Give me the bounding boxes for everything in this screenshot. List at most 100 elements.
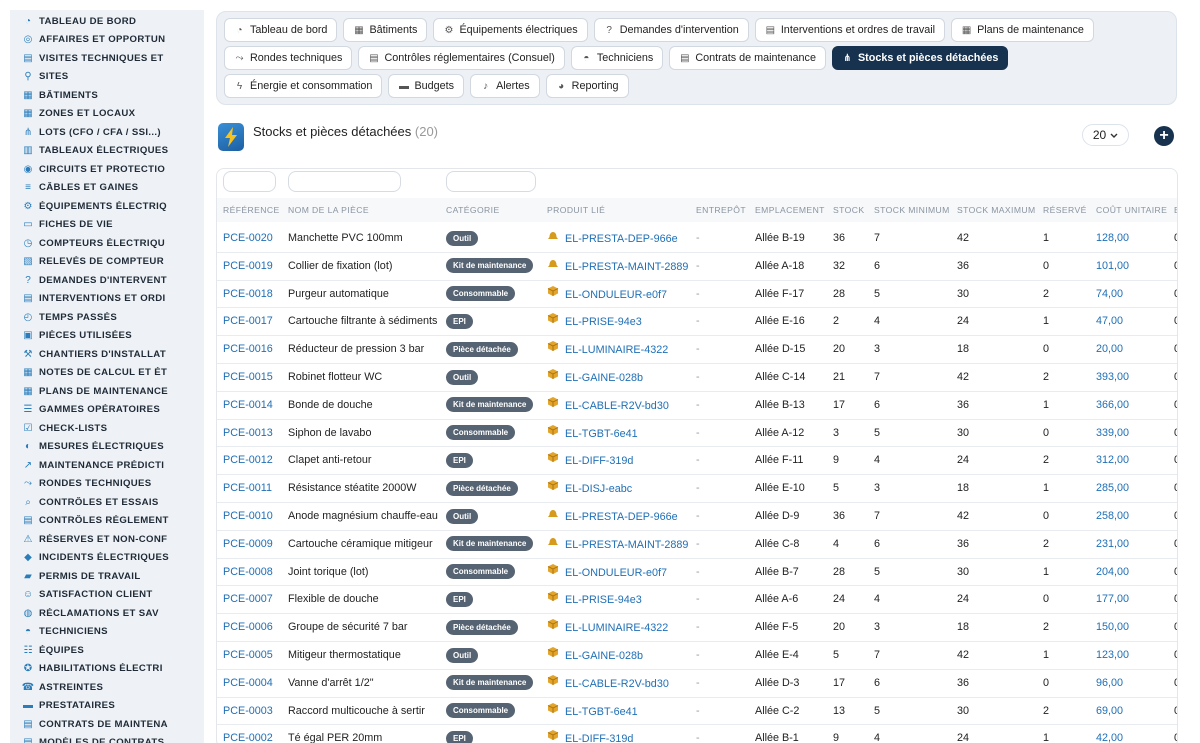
tab-3[interactable]: ? Demandes d'intervention — [593, 18, 749, 42]
product-link[interactable]: EL-DISJ-eabc — [565, 483, 632, 495]
table-row[interactable]: PCE-0004 Vanne d'arrêt 1/2" Kit de mainten… — [217, 670, 1177, 698]
sidebar-item-20[interactable]: ▦ PLANS DE MAINTENANCE — [10, 382, 204, 401]
sidebar-item-36[interactable]: ☎ ASTREINTES — [10, 678, 204, 697]
reference-cell[interactable]: PCE-0004 — [223, 670, 273, 698]
sidebar-item-15[interactable]: ▤ INTERVENTIONS ET ORDI — [10, 290, 204, 309]
table-row[interactable]: PCE-0006 Groupe de sécurité 7 bar Pièce dé… — [217, 614, 1177, 642]
reference-cell[interactable]: PCE-0011 — [223, 475, 272, 503]
filter-name-input[interactable] — [288, 171, 401, 192]
table-row[interactable]: PCE-0013 Siphon de lavabo Consommable EL-TG… — [217, 420, 1177, 448]
sidebar-item-30[interactable]: ▰ PERMIS DE TRAVAIL — [10, 567, 204, 586]
sidebar-item-0[interactable]: ◔ TABLEAU DE BORD — [10, 12, 204, 31]
sidebar-item-5[interactable]: ▦ ZONES ET LOCAUX — [10, 105, 204, 124]
product-cell[interactable]: EL-CABLE-R2V-bd30 — [547, 670, 669, 698]
tab-10[interactable]: ⋔ Stocks et pièces détachées — [831, 46, 1009, 70]
tab-2[interactable]: ⚙ Équipements électriques — [433, 18, 588, 42]
product-link[interactable]: EL-PRESTA-MAINT-2889 — [565, 539, 688, 551]
column-header-9[interactable]: RÉSERVÉ — [1043, 198, 1087, 222]
product-cell[interactable]: EL-DIFF-319d — [547, 725, 633, 743]
sidebar-item-6[interactable]: ⋔ LOTS (CFO / CFA / SSI...) — [10, 123, 204, 142]
table-row[interactable]: PCE-0017 Cartouche filtrante à sédiments E… — [217, 308, 1177, 337]
sidebar-item-25[interactable]: ⤳ RONDES TECHNIQUES — [10, 475, 204, 494]
page-size-select[interactable]: 20 — [1082, 124, 1129, 146]
product-link[interactable]: EL-TGBT-6e41 — [565, 427, 638, 439]
product-link[interactable]: EL-ONDULEUR-e0f7 — [565, 288, 667, 300]
product-link[interactable]: EL-LUMINAIRE-4322 — [565, 622, 668, 634]
table-row[interactable]: PCE-0010 Anode magnésium chauffe-eau Outil… — [217, 503, 1177, 531]
tab-7[interactable]: ▤ Contrôles réglementaires (Consuel) — [358, 46, 565, 70]
product-cell[interactable]: EL-PRISE-94e3 — [547, 308, 642, 336]
sidebar-item-35[interactable]: ✪ HABILITATIONS ÉLECTRI — [10, 660, 204, 679]
table-row[interactable]: PCE-0012 Clapet anti-retour EPI EL-DIFF-319… — [217, 447, 1177, 476]
tab-4[interactable]: ▤ Interventions et ordres de travail — [754, 18, 946, 42]
sidebar-item-39[interactable]: ▤ MODÈLES DE CONTRATS — [10, 734, 204, 743]
tab-12[interactable]: ▬ Budgets — [388, 74, 465, 98]
product-link[interactable]: EL-PRESTA-DEP-966e — [565, 511, 678, 523]
product-cell[interactable]: EL-TGBT-6e41 — [547, 420, 638, 448]
sidebar-item-19[interactable]: ▦ NOTES DE CALCUL ET ÉT — [10, 364, 204, 383]
product-cell[interactable]: EL-PRESTA-DEP-966e — [547, 503, 678, 531]
table-row[interactable]: PCE-0019 Collier de fixation (lot) Kit de … — [217, 253, 1177, 281]
tab-13[interactable]: ♪ Alertes — [470, 74, 540, 98]
reference-cell[interactable]: PCE-0019 — [223, 253, 273, 281]
sidebar-item-21[interactable]: ☰ GAMMES OPÉRATOIRES — [10, 401, 204, 420]
product-cell[interactable]: EL-CABLE-R2V-bd30 — [547, 392, 669, 420]
reference-cell[interactable]: PCE-0013 — [223, 420, 273, 448]
reference-cell[interactable]: PCE-0009 — [223, 531, 273, 559]
sidebar-item-24[interactable]: ↗ MAINTENANCE PRÉDICTI — [10, 456, 204, 475]
column-header-6[interactable]: STOCK — [833, 198, 864, 222]
column-header-3[interactable]: PRODUIT LIÉ — [547, 198, 605, 222]
product-link[interactable]: EL-PRESTA-DEP-966e — [565, 233, 678, 245]
table-row[interactable]: PCE-0014 Bonde de douche Kit de maintenanc… — [217, 392, 1177, 420]
reference-cell[interactable]: PCE-0018 — [223, 281, 273, 309]
product-link[interactable]: EL-LUMINAIRE-4322 — [565, 344, 668, 356]
product-link[interactable]: EL-CABLE-R2V-bd30 — [565, 678, 669, 690]
table-row[interactable]: PCE-0008 Joint torique (lot) Consommable EL… — [217, 559, 1177, 587]
sidebar-item-8[interactable]: ◉ CIRCUITS ET PROTECTIO — [10, 160, 204, 179]
product-cell[interactable]: EL-PRESTA-MAINT-2889 — [547, 531, 688, 559]
column-header-8[interactable]: STOCK MAXIMUM — [957, 198, 1036, 222]
product-link[interactable]: EL-GAINE-028b — [565, 650, 643, 662]
product-link[interactable]: EL-TGBT-6e41 — [565, 705, 638, 717]
filter-category-input[interactable] — [446, 171, 536, 192]
product-cell[interactable]: EL-DIFF-319d — [547, 447, 633, 475]
sidebar-item-18[interactable]: ⚒ CHANTIERS D'INSTALLAT — [10, 345, 204, 364]
table-row[interactable]: PCE-0015 Robinet flotteur WC Outil EL-GAINE… — [217, 364, 1177, 392]
tab-11[interactable]: ϟ Énergie et consommation — [224, 74, 383, 98]
sidebar-item-11[interactable]: ▭ FICHES DE VIE — [10, 216, 204, 235]
sidebar-item-34[interactable]: ☷ ÉQUIPES — [10, 641, 204, 660]
table-row[interactable]: PCE-0016 Réducteur de pression 3 bar Pièce… — [217, 336, 1177, 364]
sidebar-item-16[interactable]: ◴ TEMPS PASSÉS — [10, 308, 204, 327]
tab-14[interactable]: ◕ Reporting — [545, 74, 629, 98]
sidebar-item-7[interactable]: ▥ TABLEAUX ÉLECTRIQUES — [10, 142, 204, 161]
plus-circle-icon[interactable]: + — [1154, 126, 1174, 146]
reference-cell[interactable]: PCE-0017 — [223, 308, 273, 336]
tab-5[interactable]: ▦ Plans de maintenance — [951, 18, 1094, 42]
tab-0[interactable]: ◔ Tableau de bord — [224, 18, 338, 42]
sidebar-item-13[interactable]: ▧ RELEVÉS DE COMPTEUR — [10, 253, 204, 272]
column-header-1[interactable]: NOM DE LA PIÈCE — [288, 198, 369, 222]
sidebar-item-1[interactable]: ◎ AFFAIRES ET OPPORTUN — [10, 31, 204, 50]
reference-cell[interactable]: PCE-0006 — [223, 614, 273, 642]
column-header-5[interactable]: EMPLACEMENT — [755, 198, 825, 222]
product-cell[interactable]: EL-GAINE-028b — [547, 642, 643, 670]
sidebar-item-22[interactable]: ☑ CHECK-LISTS — [10, 419, 204, 438]
column-header-7[interactable]: STOCK MINIMUM — [874, 198, 950, 222]
table-row[interactable]: PCE-0018 Purgeur automatique Consommable EL… — [217, 281, 1177, 309]
product-link[interactable]: EL-DIFF-319d — [565, 455, 633, 467]
sidebar-item-28[interactable]: ⚠ RÉSERVES ET NON-CONF — [10, 530, 204, 549]
table-row[interactable]: PCE-0011 Résistance stéatite 2000W Pièce d… — [217, 475, 1177, 503]
reference-cell[interactable]: PCE-0008 — [223, 559, 273, 587]
tab-1[interactable]: ▦ Bâtiments — [343, 18, 428, 42]
column-header-4[interactable]: ENTREPÔT — [696, 198, 746, 222]
table-row[interactable]: PCE-0009 Cartouche céramique mitigeur Kit … — [217, 531, 1177, 559]
product-cell[interactable]: EL-PRESTA-DEP-966e — [547, 225, 678, 253]
table-row[interactable]: PCE-0002 Té égal PER 20mm EPI EL-DIFF-319d -… — [217, 725, 1177, 743]
product-cell[interactable]: EL-PRESTA-MAINT-2889 — [547, 253, 688, 281]
product-cell[interactable]: EL-ONDULEUR-e0f7 — [547, 281, 667, 309]
reference-cell[interactable]: PCE-0010 — [223, 503, 273, 531]
sidebar-item-10[interactable]: ⚙ ÉQUIPEMENTS ÉLECTRIQ — [10, 197, 204, 216]
product-cell[interactable]: EL-PRISE-94e3 — [547, 586, 642, 614]
sidebar-item-23[interactable]: ◐ MESURES ÉLECTRIQUES — [10, 438, 204, 457]
product-link[interactable]: EL-PRISE-94e3 — [565, 594, 642, 606]
